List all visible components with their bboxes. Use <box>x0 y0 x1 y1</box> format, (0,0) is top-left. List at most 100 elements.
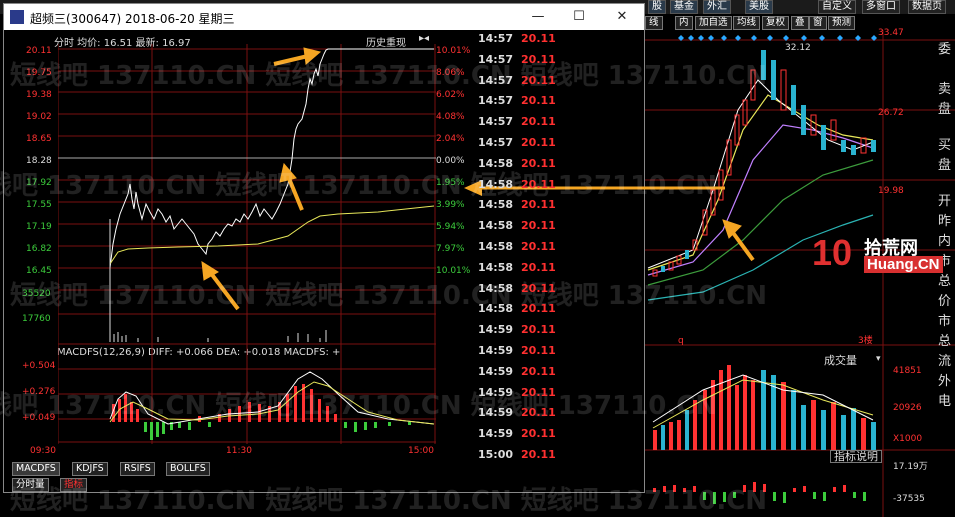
menu-predict[interactable]: 预测 <box>828 16 856 30</box>
toolbar-btn-fund[interactable]: 基金 <box>670 0 698 14</box>
minimize-button[interactable]: — <box>528 9 548 24</box>
macd-label-top: +0.504 <box>22 361 56 371</box>
vol-label-2: 20926 <box>893 403 922 413</box>
tab-indicator[interactable]: 指标 <box>60 478 88 492</box>
tape-time: 14:57 <box>478 94 514 108</box>
pct-label: 0.00% <box>436 156 465 166</box>
tape-time: 14:59 <box>478 364 514 378</box>
tab-volume[interactable]: 分时量 <box>12 478 49 492</box>
bottom-label-1: 17.19万 <box>893 462 928 472</box>
tape-time: 14:58 <box>478 177 514 191</box>
side-char: 价 <box>938 294 952 309</box>
kline-menu: 线 内 加自选 均线 复权 叠 窗 预测 <box>645 16 885 30</box>
toolbar-btn-multi[interactable]: 多窗口 <box>862 0 900 14</box>
menu-adjust[interactable]: 复权 <box>762 16 790 30</box>
pct-label: 3.99% <box>436 200 465 210</box>
tape-price: 20.11 <box>521 94 556 108</box>
tape-price: 20.11 <box>521 219 556 233</box>
side-char: 开 <box>938 194 952 209</box>
tape-row: 14:58 20.11 <box>478 219 556 233</box>
price-label: 16.45 <box>26 266 52 276</box>
tape-time: 14:59 <box>478 323 514 337</box>
tape-price: 20.11 <box>521 344 556 357</box>
side-char: 买 <box>938 138 952 153</box>
tape-price: 20.11 <box>521 364 556 378</box>
tape-row: 14:57 20.11 <box>478 53 556 67</box>
tape-time: 14:59 <box>478 406 514 420</box>
tape-time: 14:58 <box>478 302 514 316</box>
side-char: 卖 <box>938 82 952 97</box>
tape-time: 14:57 <box>478 32 514 45</box>
tape-time: 14:57 <box>478 115 514 129</box>
window-titlebar[interactable]: 超频三(300647) 2018-06-20 星期三 — ☐ ✕ <box>4 4 644 30</box>
menu-add-fav[interactable]: 加自选 <box>695 16 732 30</box>
volume-title: 成交量 <box>824 354 857 367</box>
menu-overlay[interactable]: 叠 <box>791 16 809 30</box>
tape-row: 14:57 20.11 <box>478 115 556 129</box>
close-button[interactable]: ✕ <box>612 9 632 24</box>
tape-price: 20.11 <box>521 427 556 441</box>
side-char: 昨 <box>938 214 952 229</box>
logo-en: Huang.CN <box>864 256 943 273</box>
side-char: 电 <box>938 394 952 409</box>
tape-time: 14:57 <box>478 52 514 66</box>
menu-window[interactable]: 窗 <box>809 16 827 30</box>
annotation-arrows <box>201 47 322 311</box>
tape-time: 14:59 <box>478 427 514 441</box>
tab-kdjfs[interactable]: KDJFS <box>72 462 108 476</box>
menu-ma[interactable]: 均线 <box>733 16 761 30</box>
pct-label: 6.02% <box>436 90 465 100</box>
tape-row: 14:57 20.11 <box>478 136 556 150</box>
pct-label: 10.01% <box>436 266 471 276</box>
tab-macdfs[interactable]: MACDFS <box>12 462 60 476</box>
volume-dropdown-icon[interactable]: ▾ <box>876 354 881 365</box>
tape-row: 14:57 20.11 <box>478 32 556 46</box>
kline-high-label: 32.12 <box>785 43 811 53</box>
menu-line[interactable]: 线 <box>645 16 663 30</box>
tape-row: 14:57 20.11 <box>478 74 556 88</box>
intraday-chart <box>58 44 436 444</box>
toolbar-btn-forex[interactable]: 外汇 <box>703 0 731 14</box>
tape-price: 20.11 <box>521 448 556 461</box>
side-column: 委 卖 盘 买 盘 开 昨 内 市 总 价 市 总 流 外 电 <box>938 40 954 412</box>
time-label-noon: 11:30 <box>226 446 252 456</box>
tape-price: 20.11 <box>521 32 556 45</box>
right-price-2: 26.72 <box>878 108 904 118</box>
tape-row: 14:58 20.11 <box>478 198 556 212</box>
side-char: 盘 <box>938 158 952 173</box>
pct-label: 8.06% <box>436 68 465 78</box>
toolbar-btn-custom[interactable]: 自定义 <box>818 0 856 14</box>
tape-time: 14:57 <box>478 136 514 149</box>
tape-time: 14:59 <box>478 344 514 357</box>
tape-price: 20.11 <box>521 406 556 420</box>
time-label-open: 09:30 <box>30 446 56 456</box>
kline-marker: q <box>678 336 684 346</box>
tape-price: 20.11 <box>521 385 556 399</box>
maximize-button[interactable]: ☐ <box>569 9 589 24</box>
vol-label-3: X1000 <box>893 434 923 444</box>
indicator-help-button[interactable]: 指标说明 <box>830 450 882 463</box>
history-replay-icon[interactable]: ▸◂ <box>419 33 429 44</box>
tab-bollfs[interactable]: BOLLFS <box>166 462 210 476</box>
toolbar-btn-stock[interactable]: 股 <box>648 0 666 14</box>
menu-inner[interactable]: 内 <box>675 16 693 30</box>
price-label: 17.19 <box>26 222 52 232</box>
tape-time: 14:58 <box>478 281 514 295</box>
vol-label-1: 41851 <box>893 366 922 376</box>
price-label: 18.65 <box>26 134 52 144</box>
toolbar-btn-data[interactable]: 数据页 <box>908 0 946 14</box>
tape-price: 20.11 <box>521 52 556 66</box>
side-char: 外 <box>938 374 952 389</box>
tape-price: 20.11 <box>521 115 556 129</box>
window-title: 超频三(300647) 2018-06-20 星期三 <box>30 12 235 26</box>
tape-time: 14:58 <box>478 240 514 253</box>
right-price-3: 19.98 <box>878 186 904 196</box>
tape-price: 20.11 <box>521 73 556 87</box>
tape-row: 14:59 20.11 <box>478 406 556 420</box>
toolbar-btn-us[interactable]: 美股 <box>745 0 773 14</box>
price-label: 18.28 <box>26 156 52 166</box>
tape-price: 20.11 <box>521 323 556 337</box>
tape-row: 14:58 20.11 <box>478 261 556 275</box>
tape-time: 14:59 <box>478 385 514 399</box>
tab-rsifs[interactable]: RSIFS <box>120 462 155 476</box>
